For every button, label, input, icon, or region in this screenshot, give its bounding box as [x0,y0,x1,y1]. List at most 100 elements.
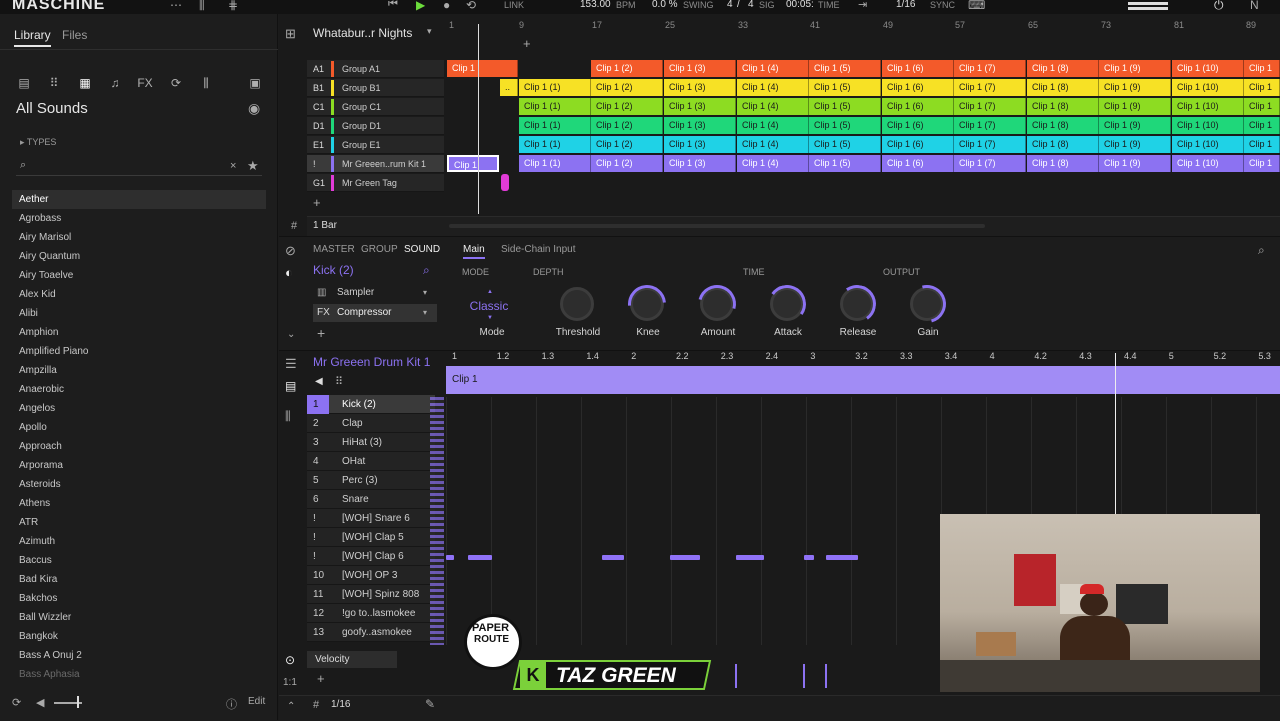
clip[interactable]: Clip 1 (1) [519,79,591,96]
clip[interactable]: Clip 1 (9) [1099,79,1171,96]
clip[interactable]: Clip 1 (9) [1099,117,1171,134]
clip[interactable]: Clip 1 [1244,79,1280,96]
speaker-icon[interactable]: ◀ [315,376,323,387]
clip[interactable]: Clip 1 (2) [591,136,663,153]
clip[interactable]: Clip 1 (2) [591,117,663,134]
pad-row[interactable]: ! [WOH] Snare 6 [307,509,435,528]
pad-row[interactable]: 6 Snare [307,490,435,509]
record-icon[interactable]: ● [443,0,450,12]
sound-icon[interactable]: ▦ [77,76,93,90]
add-plugin-icon[interactable]: + [317,325,325,341]
arranger-scrollbar[interactable] [449,224,985,228]
clip[interactable]: Clip 1 (7) [954,117,1026,134]
pad-row[interactable]: 5 Perc (3) [307,471,435,490]
clip[interactable]: Clip 1 [1244,117,1280,134]
tab-files[interactable]: Files [62,28,87,42]
list-item[interactable]: ATR [12,513,266,532]
list-item[interactable]: Agrobass [12,209,266,228]
clip[interactable]: Clip 1 (5) [809,155,881,172]
arranger-icon[interactable]: ⊞ [285,26,296,42]
follow-icon[interactable]: ⇥ [858,0,867,11]
arranger-ruler[interactable]: 1 9 17 25 33 41 49 57 65 73 81 89 [447,14,1280,30]
clip[interactable]: Clip 1 (3) [664,155,736,172]
browser-icon[interactable]: ⫼ [199,0,205,13]
knob[interactable] [560,287,594,321]
list-item[interactable]: Airy Marisol [12,228,266,247]
clip[interactable]: Clip 1 (1) [519,155,591,172]
note[interactable] [736,555,764,560]
clip[interactable]: Clip 1 (10) [1172,98,1244,115]
link-button[interactable]: LINK [504,0,524,10]
group-row[interactable]: E1 Group E1 [307,136,444,154]
control-icon[interactable]: ⊘ [285,243,296,259]
clip[interactable]: Clip 1 (2) [591,98,663,115]
plugin-icon[interactable]: ◐ [285,265,293,280]
velocity-bar[interactable] [735,664,737,688]
chevron-down-icon[interactable]: ▼ [487,315,493,321]
group-row[interactable]: G1 Mr Green Tag [307,174,444,192]
clip[interactable]: Clip 1 (9) [1099,98,1171,115]
pad-row[interactable]: 1 Kick (2) [307,395,435,414]
bar-length[interactable]: 1 Bar [313,220,337,231]
pad-row[interactable]: ! [WOH] Clap 6 [307,547,435,566]
list-item[interactable]: Alibi [12,304,266,323]
clip[interactable]: Clip 1 (2) [591,60,663,77]
chevron-up-icon[interactable]: ▲ [487,289,493,295]
list-item[interactable]: Baccus [12,551,266,570]
subtab-main[interactable]: Main [463,244,485,259]
info-icon[interactable]: ⓘ [226,696,237,712]
list-item[interactable]: Amplified Piano [12,342,266,361]
mode-selector[interactable]: Classic [469,299,509,313]
types-filter[interactable]: ▸ TYPES [20,137,56,148]
library-heading[interactable]: All Sounds [16,100,88,117]
add-lane-icon[interactable]: + [317,671,325,686]
clip[interactable]: Clip 1 (9) [1099,155,1171,172]
clip[interactable]: Clip 1 (1) [519,136,591,153]
tab-group[interactable]: GROUP [361,244,398,255]
pad-row[interactable]: 12 !go to..lasmokee [307,604,435,623]
list-item[interactable]: Anaerobic [12,380,266,399]
grid-value[interactable]: 1/16 [896,0,915,10]
velocity-selector[interactable]: Velocity [307,651,397,668]
clip[interactable]: Clip 1 (7) [954,60,1026,77]
clip[interactable]: Clip 1 (6) [882,136,954,153]
clip[interactable]: Clip 1 (2) [591,155,663,172]
clip[interactable]: Clip 1 (6) [882,117,954,134]
group-icon[interactable]: ⠿ [46,76,62,90]
clip[interactable]: Clip 1 (8) [1027,60,1099,77]
clip[interactable]: Clip 1 (7) [954,98,1026,115]
list-item[interactable]: Angelos [12,399,266,418]
clip[interactable]: Clip 1 (4) [737,117,809,134]
speaker-icon[interactable]: ◀ [36,696,44,709]
list-item[interactable]: Bass Aphasia [12,665,266,684]
sound-name[interactable]: Kick (2) [313,263,354,277]
audio-icon[interactable]: ⫼ [285,409,291,424]
chevron-down-icon[interactable]: ▾ [427,26,432,37]
clip[interactable]: Clip 1 (5) [809,79,881,96]
clear-icon[interactable]: × [230,160,236,172]
clip[interactable]: Clip 1 [1244,98,1280,115]
list-item[interactable]: Approach [12,437,266,456]
list-item[interactable]: Ampzilla [12,361,266,380]
list-item[interactable]: Ball Wizzler [12,608,266,627]
list-icon[interactable]: ☰ [285,356,297,372]
bpm-value[interactable]: 153.00 [580,0,611,10]
tab-master[interactable]: MASTER [313,244,355,255]
pattern-clip[interactable]: Clip 1 [446,366,1280,394]
list-item[interactable]: Bad Kira [12,570,266,589]
clip[interactable]: Clip 1 (5) [809,136,881,153]
clip[interactable]: Clip 1 (6) [882,98,954,115]
plugin-slot-sampler[interactable]: ▥ Sampler ▾ [313,284,437,302]
kit-name[interactable]: Mr Greeen Drum Kit 1 [313,355,430,369]
clip[interactable]: Clip 1 (6) [882,60,954,77]
clip[interactable]: Clip 1 (1) [519,98,591,115]
clip[interactable]: Clip 1 (3) [664,60,736,77]
group-row[interactable]: D1 Group D1 [307,117,444,135]
pad-row[interactable]: 11 [WOH] Spinz 808 [307,585,435,604]
note[interactable] [468,555,492,560]
clip[interactable]: Clip 1 (4) [737,136,809,153]
clip[interactable]: Clip 1 (10) [1172,79,1244,96]
pencil-icon[interactable]: ✎ [425,697,435,711]
sig-numerator[interactable]: 4 [727,0,733,10]
pad-row[interactable]: ! [WOH] Clap 5 [307,528,435,547]
